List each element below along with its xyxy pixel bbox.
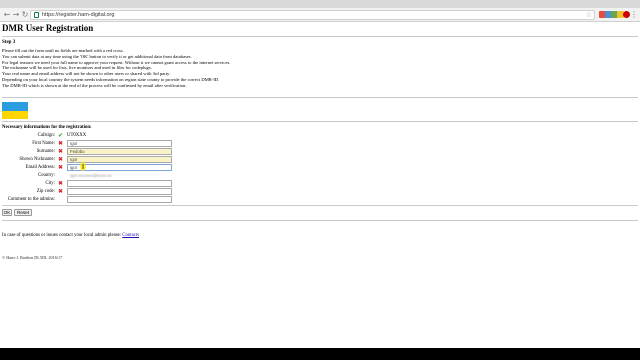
opera-icon[interactable] xyxy=(623,11,630,18)
nickname-label: Shown Nickname: xyxy=(19,157,55,162)
callsign-value: UT0XXX xyxy=(67,133,87,138)
country-row: Country: igor.xxxxxxx@xxxx.xx xyxy=(2,172,202,179)
error-cross-icon: ✖ xyxy=(58,188,64,195)
divider xyxy=(2,205,638,206)
nickname-row: Shown Nickname: ✖ Igor xyxy=(2,156,202,163)
first-name-row: First Name: ✖ Igor xyxy=(2,140,202,147)
window-titlebar xyxy=(0,0,640,8)
contact-text: In case of questions or issues contact y… xyxy=(2,233,122,238)
page-title: DMR User Registration xyxy=(2,23,94,33)
surname-field[interactable]: Fedobo xyxy=(67,148,172,155)
back-icon[interactable]: ← xyxy=(3,10,11,19)
country-label: Country: xyxy=(37,173,55,178)
divider xyxy=(2,220,638,221)
surname-row: Surname: ✖ Fedobo xyxy=(2,148,202,155)
error-cross-icon: ✖ xyxy=(58,180,64,187)
surname-label: Surname: xyxy=(36,149,55,154)
divider xyxy=(2,121,638,122)
section-heading: Necessary informations for the registrat… xyxy=(2,125,92,130)
copyright-footer: © Hans-J. Barthen DL5DI, 2016/17 xyxy=(2,255,63,260)
reload-icon[interactable]: ↻ xyxy=(21,10,29,19)
contact-line: In case of questions or issues contact y… xyxy=(2,233,139,239)
error-cross-icon: ✖ xyxy=(58,164,64,171)
callsign-row: Callsign: ✔ UT0XXX xyxy=(2,132,202,139)
ok-button[interactable]: OK xyxy=(2,209,12,216)
step-heading: Step 3 xyxy=(2,40,16,45)
divider xyxy=(2,36,638,37)
page-content: DMR User Registration Step 3 Please fill… xyxy=(2,22,638,348)
contacts-link[interactable]: Contacts xyxy=(122,233,139,238)
browser-window: ← → ↻ https://register.ham-digital.org ☆… xyxy=(0,0,640,348)
email-autocomplete-suggestion[interactable]: igor.xxxxxxx@xxxx.xx xyxy=(67,172,172,179)
text-cursor-icon: I xyxy=(82,163,85,171)
intro-line: The DMR-ID which is shown at the end of … xyxy=(2,82,187,88)
url-text: https://register.ham-digital.org xyxy=(42,12,115,18)
intro-text: Please fill out the form until no fields… xyxy=(2,48,422,89)
first-name-label: First Name: xyxy=(32,141,55,146)
divider xyxy=(2,97,638,98)
error-cross-icon: ✖ xyxy=(58,140,64,147)
suggestion-text: igor.xxxxxxx@xxxx.xx xyxy=(70,173,112,178)
bookmark-star-icon[interactable]: ☆ xyxy=(586,11,592,19)
city-row: City: ✖ xyxy=(2,180,202,187)
first-name-field[interactable]: Igor xyxy=(67,140,172,147)
email-label: Email Address: xyxy=(25,165,55,170)
city-field[interactable] xyxy=(67,180,172,187)
email-row: Email Address: ✖ igor I xyxy=(2,162,202,171)
reset-button[interactable]: Reset xyxy=(14,209,32,216)
zip-field[interactable] xyxy=(67,188,172,195)
zip-label: Zip code: xyxy=(36,189,55,194)
error-cross-icon: ✖ xyxy=(58,148,64,155)
browser-menu-icon[interactable]: ⋮ xyxy=(630,9,638,20)
lock-icon xyxy=(34,12,39,18)
city-label: City: xyxy=(45,181,55,186)
error-cross-icon: ✖ xyxy=(58,156,64,163)
country-flag xyxy=(2,102,28,119)
callsign-label: Callsign: xyxy=(37,133,55,138)
comment-row: Comment to the admins: xyxy=(2,196,202,203)
address-bar[interactable]: https://register.ham-digital.org ☆ xyxy=(30,10,595,20)
browser-toolbar: ← → ↻ https://register.ham-digital.org ☆… xyxy=(0,8,640,22)
valid-check-icon: ✔ xyxy=(58,132,64,139)
comment-label: Comment to the admins: xyxy=(7,197,55,202)
zip-row: Zip code: ✖ xyxy=(2,188,202,195)
forward-icon[interactable]: → xyxy=(12,10,20,19)
comment-field[interactable] xyxy=(67,196,172,203)
